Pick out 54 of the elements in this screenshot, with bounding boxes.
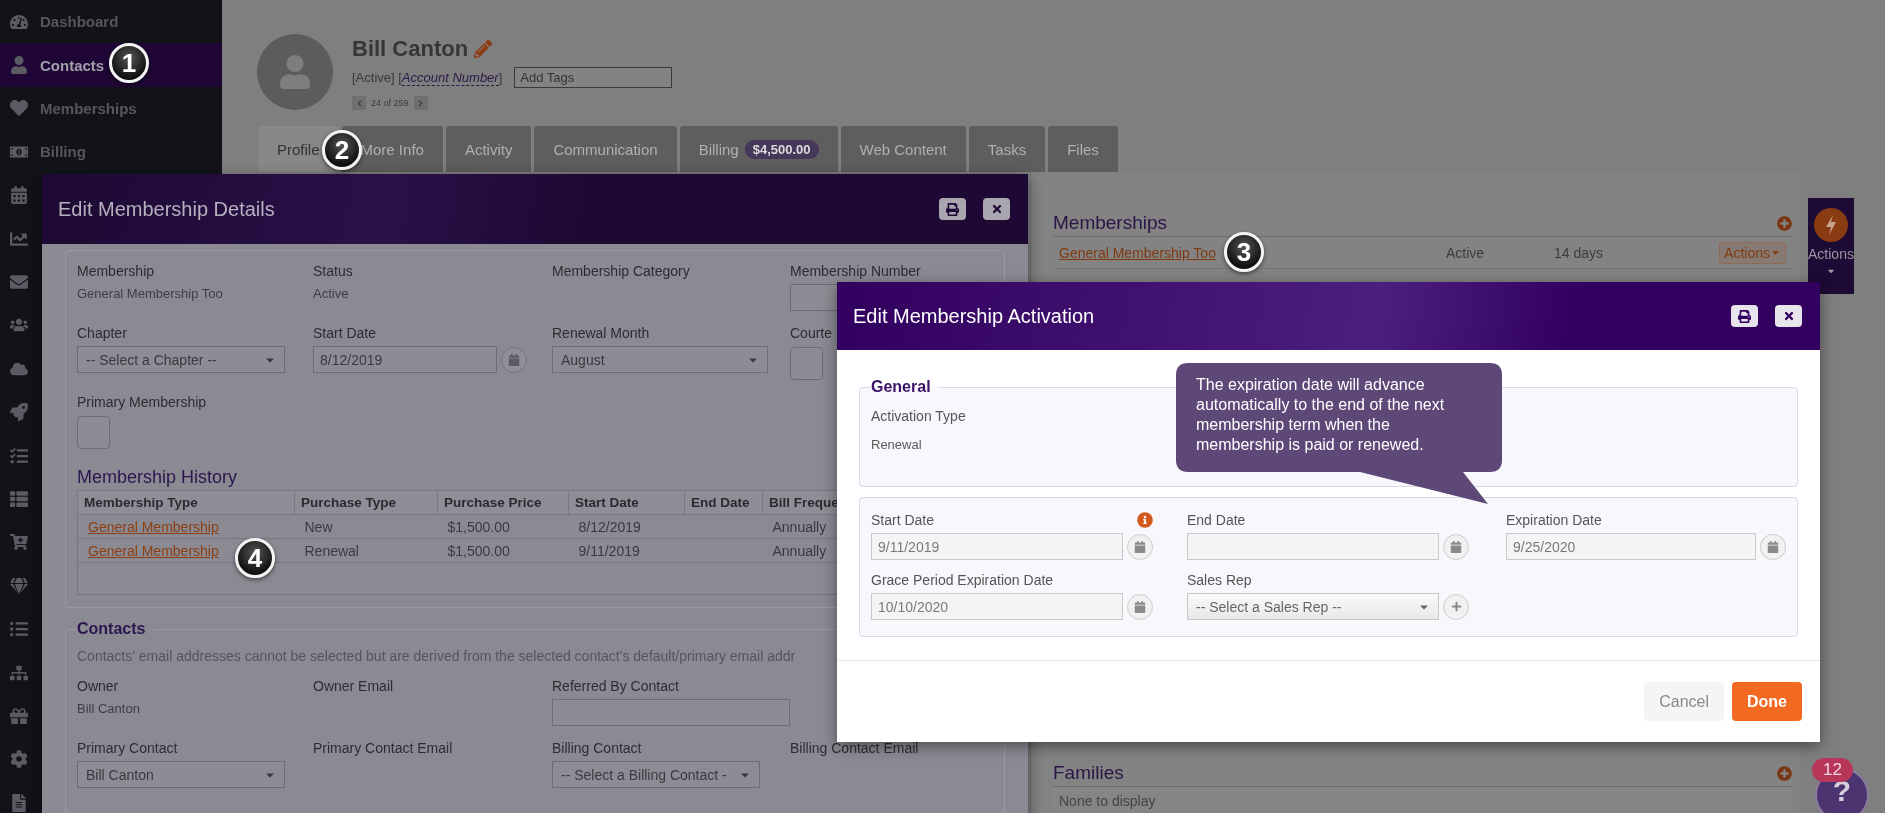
field-value: Renewal: [871, 437, 922, 452]
column-header: Purchase Price: [437, 490, 569, 515]
field-label: Start Date: [313, 325, 378, 341]
table-cell: Annually: [772, 518, 827, 535]
table-cell: New: [304, 518, 333, 535]
field-label: Expiration Date: [1506, 512, 1602, 528]
section-title: Membership History: [77, 467, 238, 488]
field-label: Renewal Month: [552, 325, 651, 341]
field-label: Start Date: [871, 512, 935, 528]
tooltip-text: The expiration date will advance automatically to the end of the next membership term when the membership is paid or renewed.: [1196, 375, 1446, 455]
field-label: Courte: [790, 325, 834, 341]
status-line: [Active] [Account Number]: [352, 70, 503, 85]
field-label: Status: [313, 263, 354, 279]
field-label: Activation Type: [871, 408, 966, 424]
table-cell: $1,500.00: [447, 518, 510, 535]
column-header: End Date: [684, 490, 763, 515]
field-label: Billing Contact Email: [790, 740, 920, 756]
table-cell: 8/12/2019: [578, 518, 641, 535]
column-header: Start Date: [568, 490, 685, 515]
field-value: Bill Canton: [77, 701, 141, 716]
table-cell: Annually: [772, 542, 827, 559]
field-value: Active: [313, 286, 350, 301]
field-label: Membership Number: [790, 263, 922, 279]
field-label: End Date: [1187, 512, 1246, 528]
field-label: Chapter: [77, 325, 128, 341]
membership-status: Active: [1446, 244, 1486, 261]
membership-term: 14 days: [1554, 244, 1605, 261]
field-label: Primary Contact: [77, 740, 179, 756]
pager-text: 24 of 259: [371, 98, 409, 108]
field-label: Membership: [77, 263, 156, 279]
field-label: Referred By Contact: [552, 678, 680, 694]
column-header: Membership Type: [77, 490, 295, 515]
table-cell: 9/11/2019: [578, 542, 640, 559]
column-header: Purchase Type: [294, 490, 438, 515]
amount-badge: $4,500.00: [744, 139, 819, 159]
field-label: Billing Contact: [552, 740, 643, 756]
section-title: Memberships: [1053, 212, 1168, 234]
contact-name: Bill Canton: [352, 36, 469, 62]
section-legend: General: [871, 378, 939, 396]
field-label: Membership Category: [552, 263, 691, 279]
field-label: Primary Membership: [77, 394, 208, 410]
field-label: Owner: [77, 678, 120, 694]
section-legend: Contacts: [77, 620, 154, 638]
table-cell: Renewal: [304, 542, 359, 559]
count-badge: 12: [1812, 758, 1853, 782]
section-title: Families: [1053, 762, 1124, 784]
field-label: Primary Contact Email: [313, 740, 454, 756]
dialog-title: Edit Membership Details: [58, 197, 275, 221]
field-label: Grace Period Expiration Date: [871, 572, 1054, 588]
field-label: Sales Rep: [1187, 572, 1252, 588]
field-value: General Membership Too: [77, 286, 224, 301]
field-label: Owner Email: [313, 678, 395, 694]
table-cell: $1,500.00: [447, 542, 510, 559]
dialog-title: Edit Membership Activation: [853, 304, 1095, 328]
